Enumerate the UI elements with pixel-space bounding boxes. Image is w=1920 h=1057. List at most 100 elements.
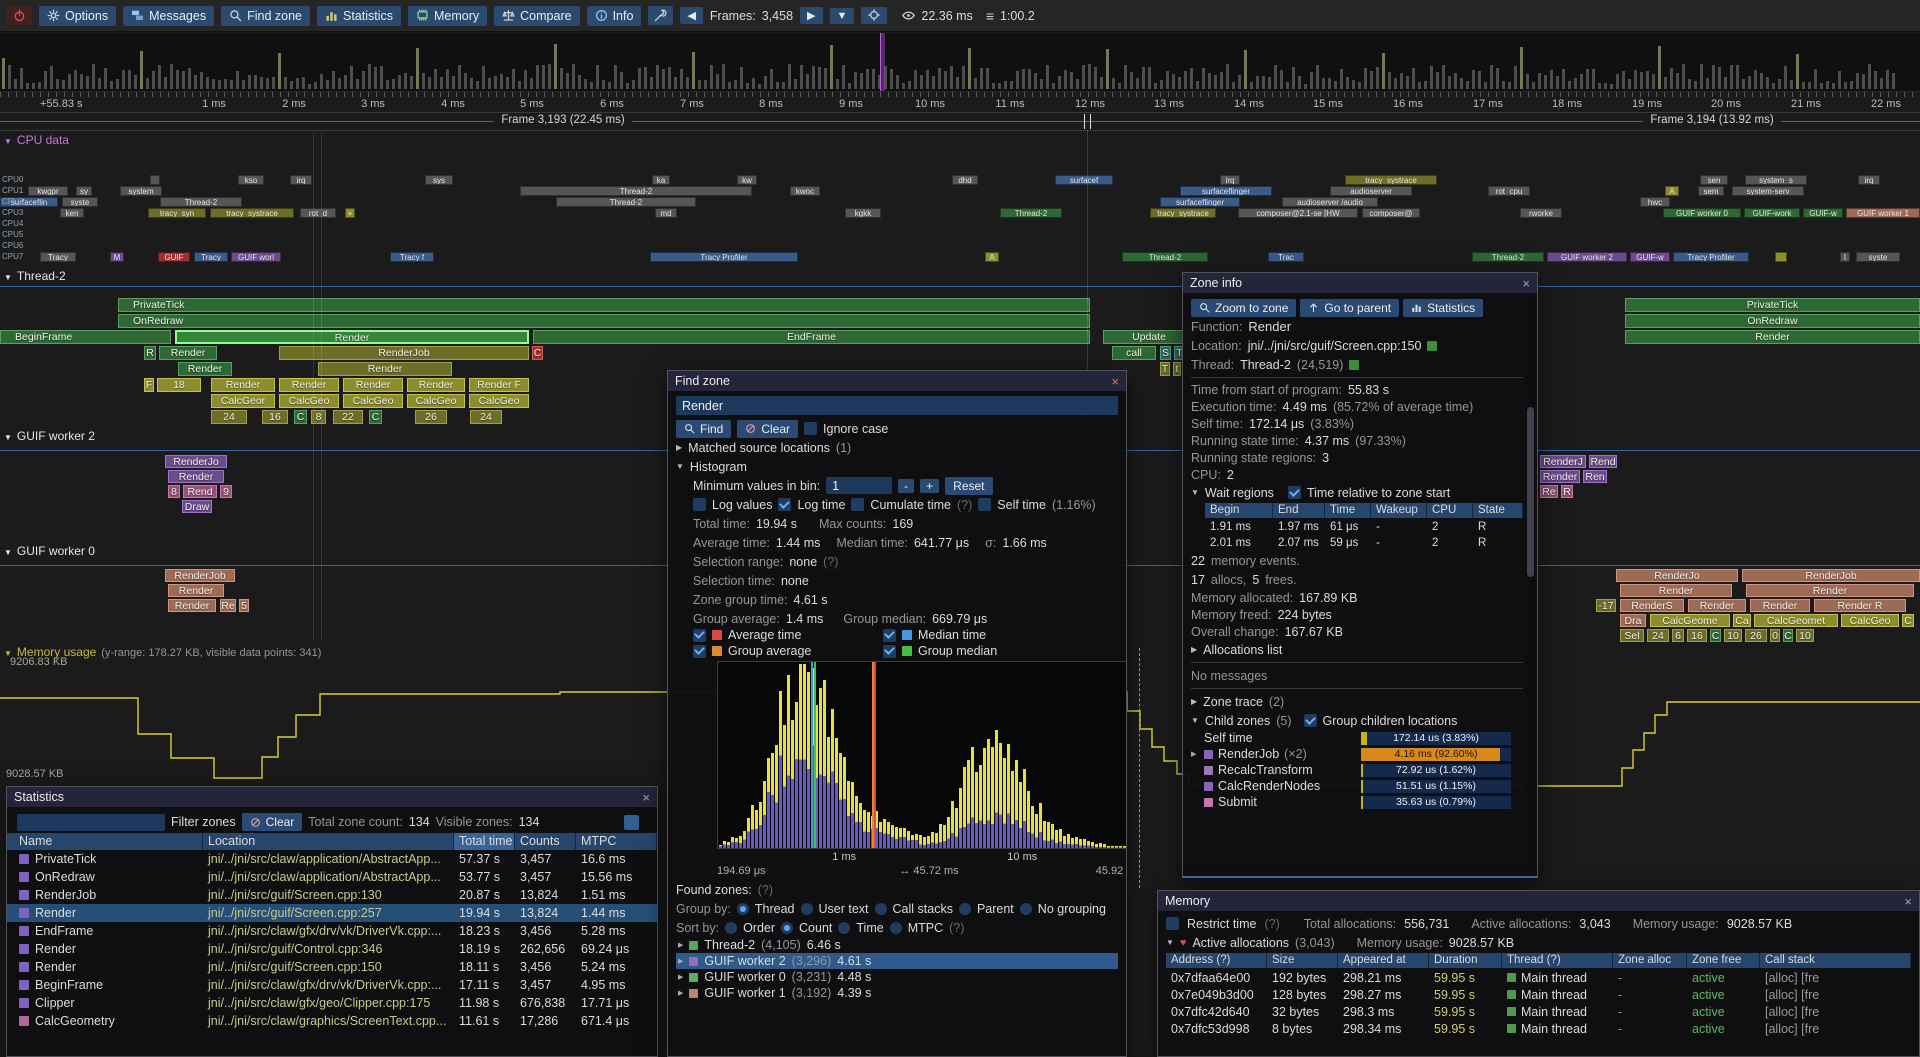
timeline-zone[interactable]: 9 — [220, 485, 232, 498]
timeline-zone[interactable]: Render — [211, 378, 275, 392]
stats-row[interactable]: RenderJobjni/../jni/src/guif/Screen.cpp:… — [7, 886, 657, 904]
next-frame-button[interactable]: ▶ — [800, 7, 822, 24]
cpu-zone[interactable]: rworke — [1520, 208, 1562, 218]
child-zone-row[interactable]: Submit35.63 us (0.79%) — [1191, 794, 1523, 810]
thread-header-thread-2[interactable]: ▼Thread-2 — [4, 269, 66, 283]
timeline-zone[interactable]: CalcGeo — [279, 394, 339, 408]
log-values-checkbox[interactable] — [693, 498, 706, 511]
timeline-zone[interactable]: 16 — [262, 410, 288, 424]
find-zone-titlebar[interactable]: Find zone × — [668, 371, 1126, 391]
timeline-zone[interactable]: 5 — [239, 599, 249, 612]
matched-locations-header[interactable]: ▶ Matched source locations (1) — [676, 438, 1118, 457]
timeline-zone[interactable]: Render — [178, 362, 232, 376]
cpu-zone[interactable]: GUIF — [158, 252, 190, 262]
find-button[interactable]: Find — [676, 420, 731, 438]
child-zones-header[interactable]: ▼ Child zones (5) Group children locatio… — [1191, 711, 1523, 730]
close-icon[interactable]: × — [1111, 375, 1119, 388]
cpu-zone[interactable]: Thread-2 — [1000, 208, 1062, 218]
time-relative-checkbox[interactable] — [1288, 486, 1301, 499]
cumulate-time-checkbox[interactable] — [851, 498, 864, 511]
timeline-zone[interactable]: 26 — [415, 410, 447, 424]
child-zone-row[interactable]: Self time172.14 us (3.83%) — [1191, 730, 1523, 746]
cpu-zone[interactable]: ka — [652, 175, 670, 185]
limit-view-toggle[interactable] — [624, 815, 639, 830]
toolbar-button-info[interactable]: Info — [587, 6, 642, 26]
cpu-zone[interactable]: GUIF worker 2 — [1547, 252, 1627, 262]
cpu-zone[interactable]: tracy_systrace — [1150, 208, 1216, 218]
group-by-radio-parent[interactable] — [959, 903, 971, 915]
scrollbar[interactable] — [1526, 297, 1535, 868]
timeline-zone[interactable]: Ren — [1583, 470, 1607, 483]
timeline-zone[interactable]: Render — [1750, 599, 1810, 612]
cpu-zone[interactable]: Thread-2 — [160, 197, 242, 207]
group-by-radio-thread[interactable] — [737, 903, 749, 915]
self-time-checkbox[interactable] — [978, 498, 991, 511]
timeline-zone[interactable]: OnRedraw — [118, 314, 1090, 328]
cpu-zone[interactable]: kwoc — [790, 186, 820, 196]
stats-column-header[interactable]: Total time ▼ — [454, 833, 515, 850]
alloc-call-stack[interactable]: [alloc] [fre — [1760, 988, 1911, 1002]
alloc-column-header[interactable]: Zone free — [1687, 953, 1760, 968]
close-icon[interactable]: × — [642, 791, 650, 804]
cpu-zone[interactable]: sy — [76, 186, 92, 196]
cpu-zone[interactable]: sen — [1700, 175, 1728, 185]
alloc-call-stack[interactable]: [alloc] [fre — [1760, 971, 1911, 985]
cpu-zone[interactable]: GUIF-work — [1744, 208, 1800, 218]
timeline-zone[interactable]: Rend — [183, 485, 217, 498]
cpu-zone[interactable]: rot_d — [300, 208, 336, 218]
cpu-zone[interactable]: ken — [60, 208, 84, 218]
cpu-zone[interactable]: A — [1665, 186, 1679, 196]
stats-row[interactable]: Renderjni/../jni/src/guif/Screen.cpp:150… — [7, 958, 657, 976]
cpu-zone[interactable]: tracy_syn — [148, 208, 206, 218]
timeline-zone[interactable]: RenderJob — [279, 346, 529, 360]
timeline-zone[interactable]: Sel — [1620, 629, 1644, 642]
cpu-zone[interactable]: sys — [425, 175, 453, 185]
wait-column-header[interactable]: Wakeup — [1371, 503, 1427, 518]
alloc-call-stack[interactable]: [alloc] [fre — [1760, 1005, 1911, 1019]
timeline-zone[interactable]: R — [144, 346, 156, 360]
timeline-zone[interactable]: Render — [168, 470, 224, 483]
timeline-zone[interactable]: CalcGeomet — [1754, 614, 1838, 627]
alloc-column-header[interactable]: Duration — [1429, 953, 1502, 968]
found-zone-group[interactable]: ▶GUIF worker 0(3,231)4.48 s — [676, 969, 1118, 985]
stats-row[interactable]: Renderjni/../jni/src/guif/Screen.cpp:257… — [7, 904, 657, 922]
cpu-zone[interactable]: system-serv — [1732, 186, 1804, 196]
cpu-zone[interactable]: Thread-2 — [520, 186, 752, 196]
thread-header-guif-worker-2[interactable]: ▼GUIF worker 2 — [4, 429, 95, 443]
timeline-zone[interactable]: 22 — [333, 410, 363, 424]
thread-header-guif-worker-0[interactable]: ▼GUIF worker 0 — [4, 544, 95, 558]
timeline-zone[interactable]: CalcGeo — [407, 394, 465, 408]
legend-checkbox[interactable] — [693, 645, 706, 658]
timeline-zone[interactable]: 18 — [157, 378, 201, 392]
timeline-zone[interactable]: PrivateTick — [1625, 298, 1920, 312]
timeline-zone[interactable]: Draw — [182, 500, 212, 513]
cpu-zone[interactable]: GUIF worker 1 — [1846, 208, 1920, 218]
timeline-zone[interactable]: RenderJ — [1540, 455, 1586, 468]
timeline-zone[interactable]: Render — [1540, 470, 1580, 483]
cpu-zone[interactable]: Thread-2 — [556, 197, 696, 207]
cpu-zone[interactable]: irq — [1220, 175, 1240, 185]
toolbar-button-options[interactable]: Options — [39, 6, 116, 26]
cpu-zone[interactable]: composer@2.1-se [HW — [1238, 208, 1358, 218]
thread-color-swatch[interactable] — [1349, 360, 1359, 370]
child-zone-row[interactable]: CalcRenderNodes51.51 us (1.15%) — [1191, 778, 1523, 794]
cpu-zone[interactable]: tracy_systrace — [210, 208, 294, 218]
toolbar-button-memory[interactable]: Memory — [408, 6, 487, 26]
histogram-header[interactable]: ▼ Histogram — [676, 457, 1118, 476]
stats-row[interactable]: CalcGeometryjni/../jni/src/claw/graphics… — [7, 1012, 657, 1030]
close-icon[interactable]: × — [1522, 277, 1530, 290]
clear-filter-button[interactable]: Clear — [242, 813, 303, 831]
prev-frame-button[interactable]: ◀ — [680, 7, 702, 24]
timeline-zone[interactable]: Re — [1540, 485, 1558, 498]
cpu-zone[interactable] — [150, 175, 160, 185]
sort-by-radio-count[interactable] — [781, 922, 793, 934]
cpu-zone[interactable]: hwc — [1640, 197, 1670, 207]
timeline-zone[interactable]: 10 — [1724, 629, 1742, 642]
timeline-zone[interactable]: R — [1561, 485, 1573, 498]
timeline-zone[interactable]: Render — [168, 584, 224, 597]
timeline-zone[interactable]: Render — [1625, 330, 1920, 344]
cpu-zone[interactable]: dhd — [952, 175, 978, 185]
allocation-row[interactable]: 0x7dfc53d9988 bytes298.34 ms59.95 sMain … — [1166, 1020, 1911, 1037]
timeline-zone[interactable]: BeginFrame — [0, 330, 171, 344]
zone-info-titlebar[interactable]: Zone info × — [1183, 273, 1537, 293]
